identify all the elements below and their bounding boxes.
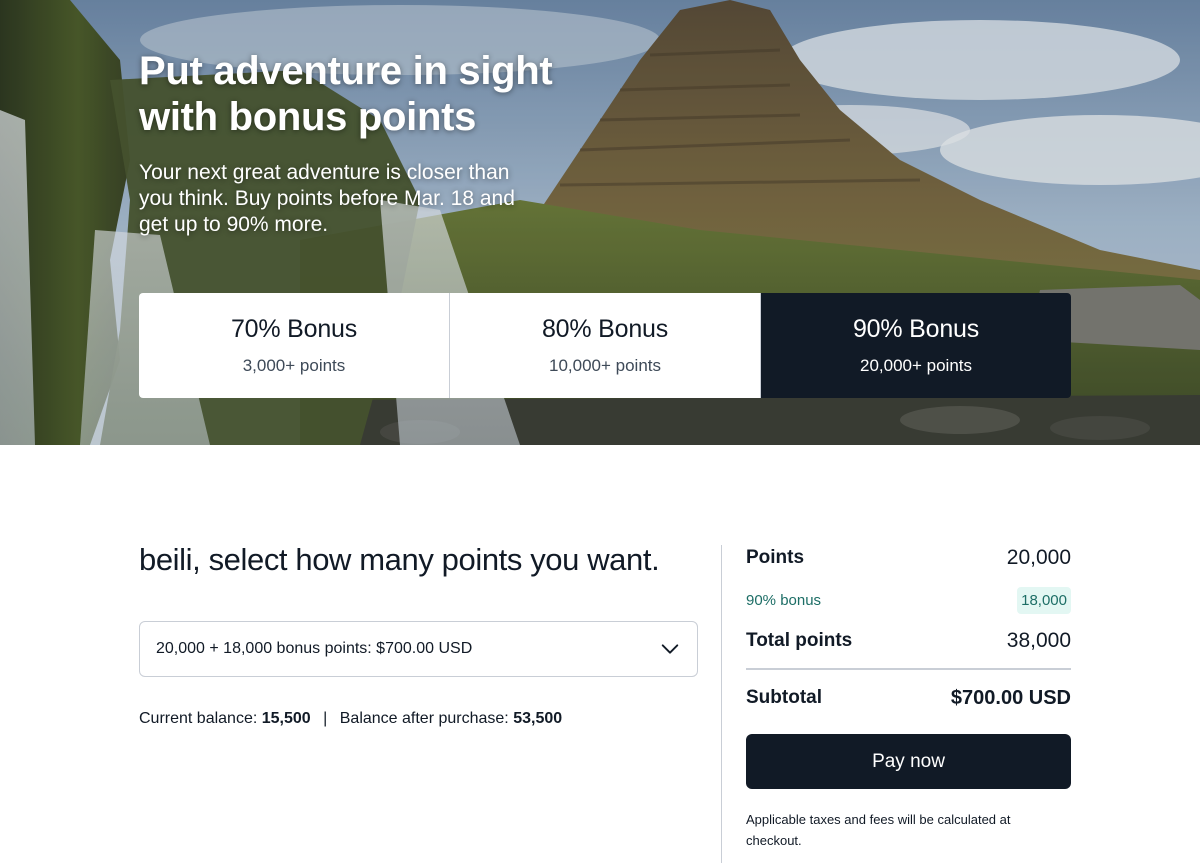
subtotal-value: $700.00 USD	[950, 686, 1071, 709]
pay-now-button[interactable]: Pay now	[746, 734, 1071, 789]
bonus-tier-points: 10,000+ points	[548, 356, 661, 375]
bonus-tier-70[interactable]: 70% Bonus 3,000+ points	[139, 293, 450, 398]
points-package-select-value: 20,000 + 18,000 bonus points: $700.00 US…	[156, 640, 473, 657]
bonus-row: 90% bonus 18,000	[746, 586, 1071, 614]
balance-after-label: Balance after purchase:	[339, 710, 509, 727]
current-balance-value: 15,500	[261, 710, 311, 727]
total-points-value: 38,000	[1006, 629, 1071, 652]
subtotal-row: Subtotal $700.00 USD	[746, 684, 1071, 712]
bonus-tier-selector: 70% Bonus 3,000+ points 80% Bonus 10,000…	[139, 293, 1071, 398]
bonus-tier-title: 80% Bonus	[541, 315, 669, 343]
total-points-label: Total points	[746, 630, 853, 651]
points-package-select[interactable]: 20,000 + 18,000 bonus points: $700.00 US…	[139, 621, 698, 677]
taxes-note: Applicable taxes and fees will be calcul…	[746, 812, 1011, 848]
hero-subtitle: Your next great adventure is closer than…	[139, 161, 515, 236]
current-balance-label: Current balance:	[139, 710, 258, 727]
hero-text-block: Put adventure in sight with bonus points…	[139, 48, 559, 238]
bonus-tier-title: 90% Bonus	[852, 315, 980, 343]
bonus-tier-title: 70% Bonus	[230, 315, 358, 343]
hero-banner: Put adventure in sight with bonus points…	[0, 0, 1200, 445]
vertical-divider	[721, 545, 722, 863]
bonus-tier-90[interactable]: 90% Bonus 20,000+ points	[761, 293, 1071, 398]
points-label: Points	[746, 547, 805, 568]
balance-after-value: 53,500	[513, 710, 563, 727]
selection-heading: beili, select how many points you want.	[139, 542, 660, 577]
bonus-value: 18,000	[1017, 586, 1071, 614]
order-summary: Points 20,000 90% bonus 18,000 Total poi…	[746, 545, 1071, 851]
balance-info: Current balance: 15,500 | Balance after …	[139, 710, 562, 728]
bonus-tier-points: 3,000+ points	[242, 356, 346, 375]
bonus-tier-points: 20,000+ points	[859, 356, 972, 375]
summary-divider	[746, 668, 1071, 670]
bonus-tier-80[interactable]: 80% Bonus 10,000+ points	[450, 293, 761, 398]
balance-separator: |	[323, 710, 328, 727]
bonus-label: 90% bonus	[746, 591, 822, 609]
total-points-row: Total points 38,000	[746, 628, 1071, 654]
subtotal-label: Subtotal	[746, 687, 822, 708]
hero-title: Put adventure in sight with bonus points	[139, 49, 553, 139]
points-selection-panel: beili, select how many points you want. …	[139, 540, 699, 727]
chevron-down-icon	[661, 644, 679, 654]
points-value: 20,000	[1006, 546, 1071, 569]
points-row: Points 20,000	[746, 545, 1071, 571]
